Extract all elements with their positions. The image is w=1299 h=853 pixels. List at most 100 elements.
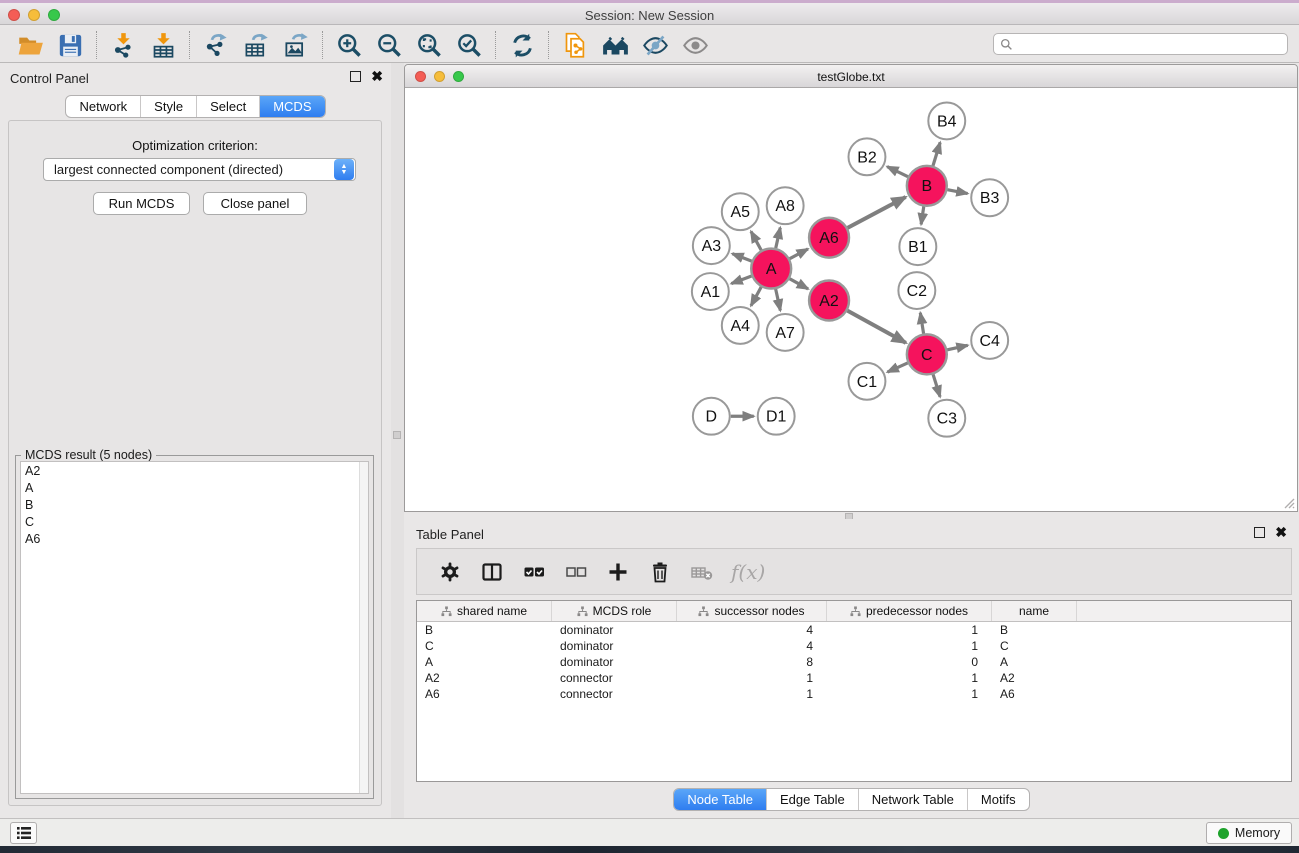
table-cell: dominator [552,654,677,670]
result-scrollbar[interactable] [359,462,368,793]
export-image-icon[interactable] [276,29,316,61]
table-cell: B [992,622,1077,638]
toolbar-separator [189,31,190,59]
float-panel-icon[interactable] [350,71,361,82]
graph-edge-B-B3[interactable] [947,190,967,194]
zoom-fit-icon[interactable] [409,29,449,61]
float-table-panel-icon[interactable] [1254,527,1265,538]
network-canvas[interactable]: B4B2BB3A5A8A6B1A3AC2A1A2A4A7C4CC1C3DD1 [405,88,1297,511]
delete-table-icon[interactable] [683,553,721,591]
table-row[interactable]: A6connector11A6 [417,686,1291,702]
tab-node-table[interactable]: Node Table [674,789,766,810]
memory-button[interactable]: Memory [1206,822,1292,844]
delete-row-icon[interactable] [641,553,679,591]
tab-motifs[interactable]: Motifs [967,789,1029,810]
mcds-result-item[interactable]: C [21,513,368,530]
graph-edge-C-C4[interactable] [947,345,967,350]
graph-edge-A-A2[interactable] [790,279,809,289]
graph-edge-A6-B[interactable] [848,197,906,228]
node-table[interactable]: shared nameMCDS rolesuccessor nodesprede… [416,600,1292,782]
graph-edge-C-C3[interactable] [933,374,940,396]
tab-select[interactable]: Select [196,96,259,117]
close-panel-icon[interactable]: ✖ [371,71,383,82]
search-input[interactable] [1013,37,1287,51]
tab-network-table[interactable]: Network Table [858,789,967,810]
resize-grip-icon[interactable] [1283,497,1295,509]
function-builder-icon[interactable]: f(x) [731,560,765,584]
window-title: Session: New Session [0,8,1299,23]
table-row[interactable]: Adominator80A [417,654,1291,670]
task-history-button[interactable] [10,822,37,844]
mcds-result-item[interactable]: A [21,479,368,496]
deselect-all-rows-icon[interactable] [557,553,595,591]
import-table-icon[interactable] [143,29,183,61]
control-panel-title: Control Panel [10,71,89,86]
column-header-successor-nodes[interactable]: successor nodes [677,601,827,621]
criterion-dropdown[interactable]: largest connected component (directed) ▲… [43,158,356,181]
graph-edge-B-B1[interactable] [921,206,924,224]
memory-label: Memory [1235,826,1280,840]
optimization-criterion-label: Optimization criterion: [9,138,381,153]
zoom-out-icon[interactable] [369,29,409,61]
table-settings-icon[interactable] [431,553,469,591]
graph-edge-A-A3[interactable] [732,254,751,261]
table-row[interactable]: Cdominator41C [417,638,1291,654]
save-session-icon[interactable] [50,29,90,61]
graph-node-label: C1 [857,374,878,391]
hide-graphics-details-icon[interactable] [635,29,675,61]
graph-edge-B-B2[interactable] [887,167,908,177]
table-row[interactable]: Bdominator41B [417,622,1291,638]
column-header-shared-name[interactable]: shared name [417,601,552,621]
export-network-icon[interactable] [196,29,236,61]
import-network-icon[interactable] [103,29,143,61]
export-table-icon[interactable] [236,29,276,61]
mcds-result-item[interactable]: A2 [21,462,368,479]
home-icon[interactable] [595,29,635,61]
column-header-name[interactable]: name [992,601,1077,621]
criterion-value: largest connected component (directed) [44,162,334,177]
toolbar-separator [96,31,97,59]
tab-style[interactable]: Style [140,96,196,117]
table-row[interactable]: A2connector11A2 [417,670,1291,686]
vertical-splitter[interactable] [391,63,404,818]
graph-edge-A2-C[interactable] [847,311,905,343]
graph-edge-A-A7[interactable] [776,289,781,310]
mcds-result-item[interactable]: A6 [21,530,368,547]
shared-column-icon [698,606,709,617]
graph-edge-A-A4[interactable] [751,287,761,306]
graph-edge-A-A5[interactable] [751,231,761,250]
first-neighbors-icon[interactable] [502,29,542,61]
graph-edge-C-C2[interactable] [920,313,923,334]
column-header-MCDS-role[interactable]: MCDS role [552,601,677,621]
zoom-selected-icon[interactable] [449,29,489,61]
graph-edge-A-A6[interactable] [790,249,808,259]
table-cell: 8 [677,654,827,670]
run-mcds-button[interactable]: Run MCDS [93,192,190,215]
table-cell: 1 [677,670,827,686]
tab-network[interactable]: Network [66,96,140,117]
select-all-rows-icon[interactable] [515,553,553,591]
mcds-result-item[interactable]: B [21,496,368,513]
new-session-from-network-icon[interactable] [555,29,595,61]
toolbar-separator [495,31,496,59]
graph-edge-A-A1[interactable] [731,276,751,284]
splitter-handle[interactable] [393,431,401,439]
main-toolbar [0,28,1299,63]
tab-edge-table[interactable]: Edge Table [766,789,858,810]
mcds-result-list[interactable]: A2ABCA6 [20,461,369,794]
show-graphics-details-icon[interactable] [675,29,715,61]
network-window-titlebar[interactable]: testGlobe.txt [405,65,1297,88]
zoom-in-icon[interactable] [329,29,369,61]
column-selector-icon[interactable] [473,553,511,591]
graph-edge-C-C1[interactable] [887,363,907,372]
search-box[interactable] [993,33,1288,55]
graph-edge-B-B4[interactable] [933,142,940,165]
graph-edge-A-A8[interactable] [776,228,781,248]
close-table-panel-icon[interactable]: ✖ [1275,527,1287,538]
tab-mcds[interactable]: MCDS [259,96,324,117]
open-file-icon[interactable] [10,29,50,61]
close-panel-button[interactable]: Close panel [203,192,307,215]
add-row-icon[interactable] [599,553,637,591]
network-graph[interactable]: B4B2BB3A5A8A6B1A3AC2A1A2A4A7C4CC1C3DD1 [405,88,1297,511]
column-header-predecessor-nodes[interactable]: predecessor nodes [827,601,992,621]
